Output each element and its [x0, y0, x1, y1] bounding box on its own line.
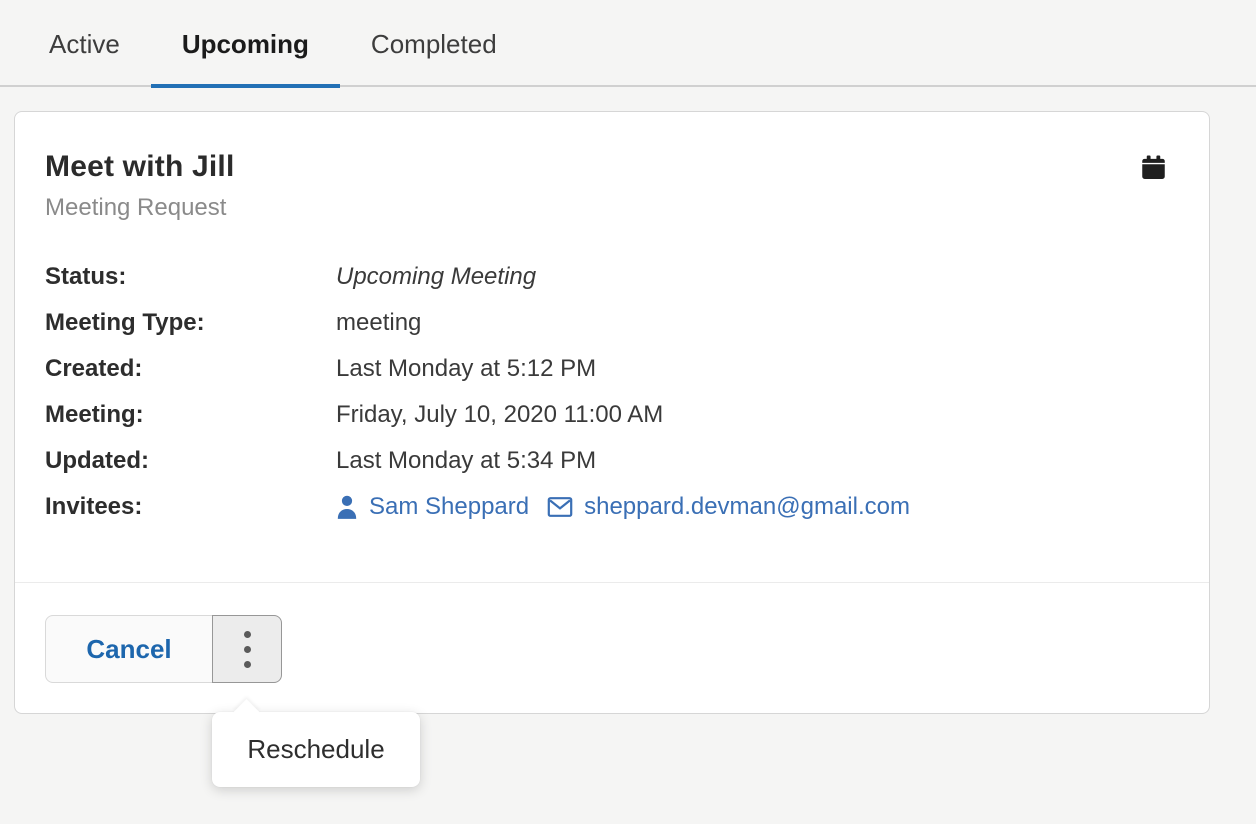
detail-label: Meeting Type: — [45, 309, 336, 337]
detail-row-meeting-time: Meeting: Friday, July 10, 2020 11:00 AM — [45, 392, 1167, 438]
cancel-button[interactable]: Cancel — [45, 615, 213, 683]
card-footer: Cancel — [15, 582, 1209, 713]
card-header-text: Meet with Jill Meeting Request — [45, 150, 235, 222]
detail-label: Updated: — [45, 447, 336, 475]
detail-value: Last Monday at 5:34 PM — [336, 447, 596, 475]
invitee-email: sheppard.devman@gmail.com — [584, 493, 910, 521]
meeting-title: Meet with Jill — [45, 150, 235, 184]
detail-value: Last Monday at 5:12 PM — [336, 355, 596, 383]
detail-value: Friday, July 10, 2020 11:00 AM — [336, 401, 663, 429]
detail-label: Status: — [45, 263, 336, 291]
tab-bar: Active Upcoming Completed — [0, 0, 1256, 87]
kebab-menu-icon — [244, 631, 251, 668]
detail-label: Invitees: — [45, 493, 336, 521]
tab-active[interactable]: Active — [18, 29, 151, 88]
invitee-email-link[interactable]: sheppard.devman@gmail.com — [547, 493, 910, 521]
invitee-list: Sam Sheppard sheppard.devman@gmail.com — [336, 493, 910, 521]
invitee-name-link[interactable]: Sam Sheppard — [336, 493, 547, 521]
envelope-icon — [547, 496, 573, 518]
more-actions-button[interactable] — [212, 615, 282, 683]
detail-row-updated: Updated: Last Monday at 5:34 PM — [45, 438, 1167, 484]
detail-row-created: Created: Last Monday at 5:12 PM — [45, 346, 1167, 392]
detail-row-invitees: Invitees: Sam Sheppard — [45, 484, 1167, 530]
meeting-card: Meet with Jill Meeting Request Status: U… — [14, 111, 1210, 714]
meeting-subtitle: Meeting Request — [45, 194, 235, 222]
reschedule-menu-item[interactable]: Reschedule — [247, 734, 384, 765]
meeting-details: Status: Upcoming Meeting Meeting Type: m… — [45, 254, 1167, 530]
detail-row-meeting-type: Meeting Type: meeting — [45, 300, 1167, 346]
person-icon — [336, 495, 358, 519]
calendar-icon — [1140, 150, 1167, 186]
actions-popover: Reschedule — [212, 712, 420, 787]
page: { "tabs": [ { "label": "Active", "active… — [0, 0, 1256, 824]
invitee-name: Sam Sheppard — [369, 493, 529, 521]
detail-label: Meeting: — [45, 401, 336, 429]
meeting-card-body: Meet with Jill Meeting Request Status: U… — [15, 112, 1209, 582]
detail-value: Upcoming Meeting — [336, 263, 536, 291]
detail-row-status: Status: Upcoming Meeting — [45, 254, 1167, 300]
tab-completed[interactable]: Completed — [340, 29, 528, 88]
tab-upcoming[interactable]: Upcoming — [151, 29, 340, 88]
detail-value: meeting — [336, 309, 421, 337]
detail-label: Created: — [45, 355, 336, 383]
action-button-group: Cancel — [45, 615, 282, 683]
card-header: Meet with Jill Meeting Request — [45, 150, 1167, 222]
